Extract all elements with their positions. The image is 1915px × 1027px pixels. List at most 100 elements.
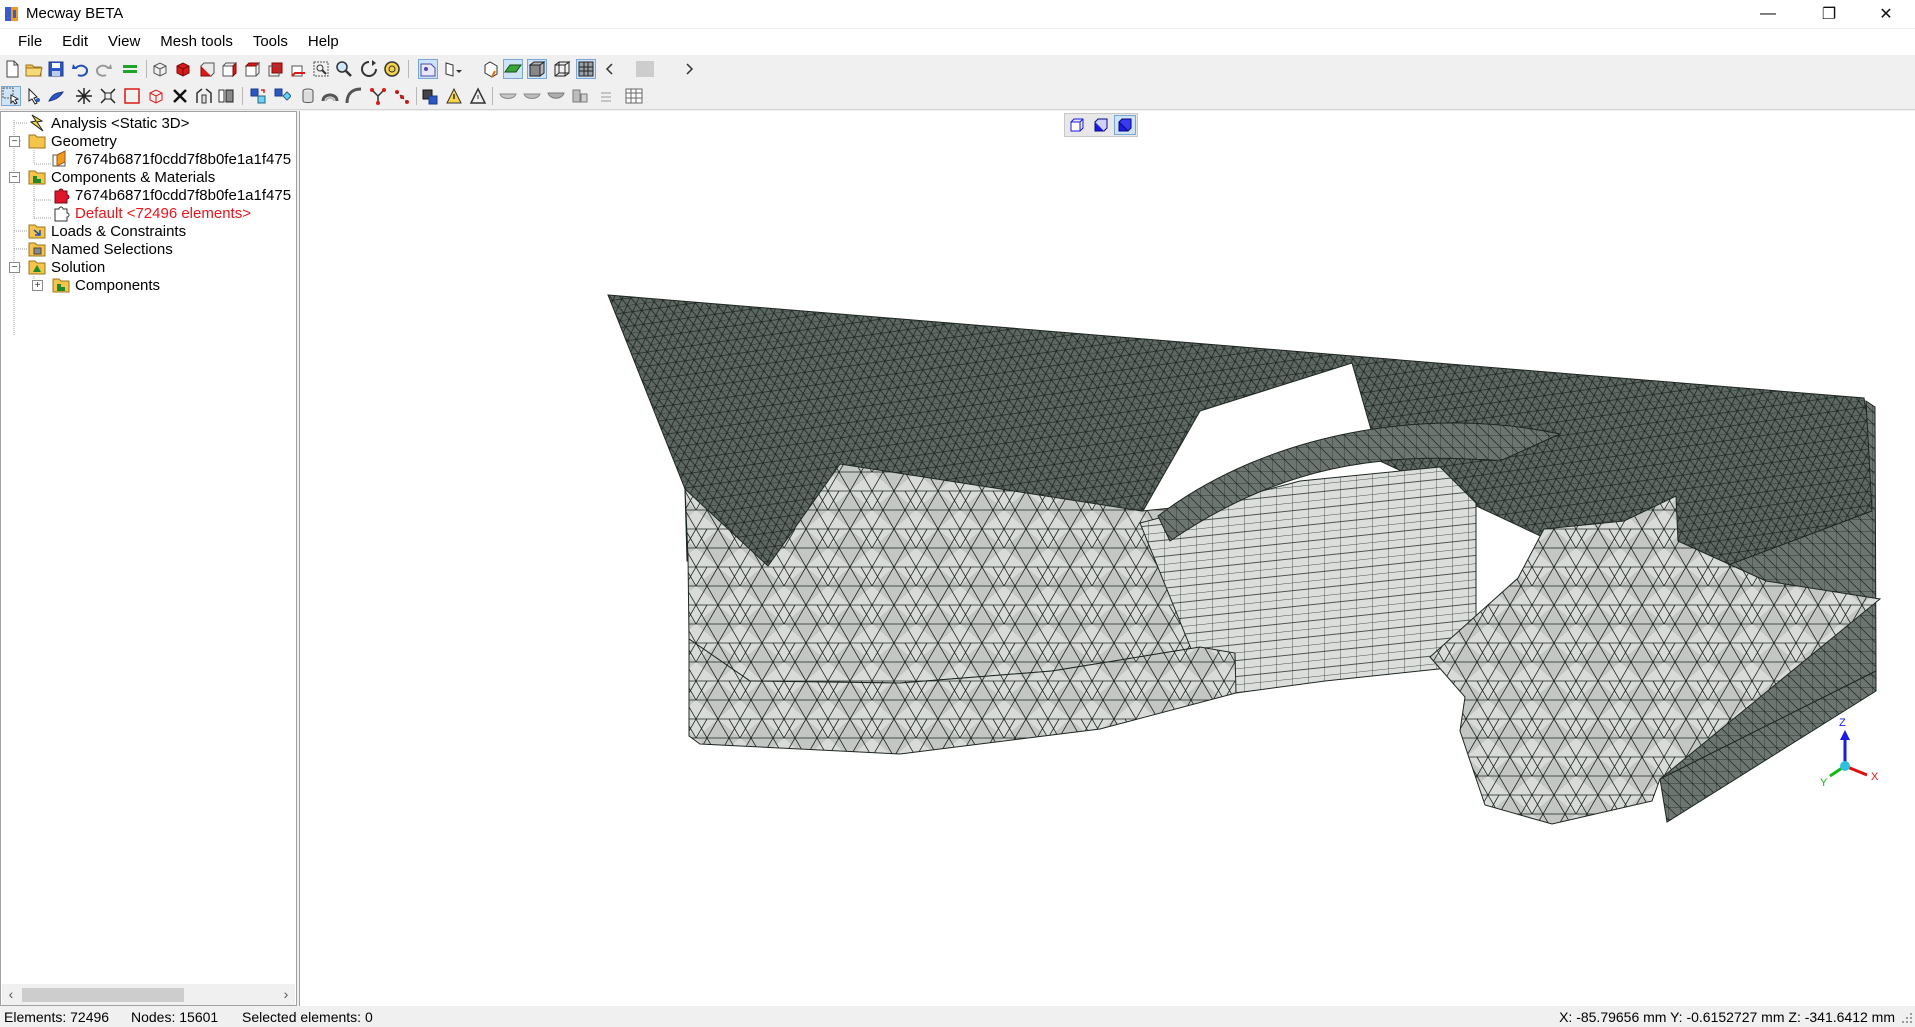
solution-folder-icon bbox=[28, 258, 46, 276]
zoom-fit-icon[interactable] bbox=[382, 59, 402, 79]
explode-icon[interactable] bbox=[74, 86, 94, 106]
rotate-icon[interactable] bbox=[359, 59, 379, 79]
dish-3-icon[interactable] bbox=[546, 86, 566, 106]
tree-scroll-thumb[interactable] bbox=[22, 988, 184, 1002]
components-expander[interactable]: − bbox=[9, 172, 20, 183]
cube-red-icon[interactable] bbox=[173, 59, 193, 79]
scroll-right-icon[interactable] bbox=[679, 59, 699, 79]
zoom-icon[interactable] bbox=[334, 59, 354, 79]
tree-label-named-selections: Named Selections bbox=[51, 240, 173, 258]
connect-icon[interactable] bbox=[368, 86, 388, 106]
mesh-model bbox=[607, 294, 1882, 825]
shade-solid-icon[interactable] bbox=[527, 59, 547, 79]
delete-icon[interactable] bbox=[170, 86, 190, 106]
wireframe-icon[interactable] bbox=[552, 59, 572, 79]
dish-2-icon[interactable] bbox=[522, 86, 542, 106]
mesh-model-canvas[interactable]: Z X Y bbox=[300, 111, 1915, 1006]
align-dropdown-icon[interactable] bbox=[596, 86, 616, 106]
model-tree-panel: Analysis <Static 3D> − Geometry 7674b687… bbox=[0, 111, 297, 1006]
align-icon[interactable] bbox=[570, 86, 590, 106]
redo-icon[interactable] bbox=[94, 59, 114, 79]
mesh-grid-icon[interactable] bbox=[576, 59, 596, 79]
tree-label-components-materials: Components & Materials bbox=[51, 168, 216, 186]
scroll-left-icon[interactable] bbox=[600, 59, 620, 79]
status-elements: Elements: 72496 bbox=[4, 1009, 110, 1025]
cube-red-iso-icon[interactable] bbox=[288, 59, 308, 79]
shade-green-icon[interactable] bbox=[503, 59, 523, 79]
tree-label-loads-constraints: Loads & Constraints bbox=[51, 222, 187, 240]
save-disk-icon[interactable] bbox=[46, 59, 66, 79]
menu-edit[interactable]: Edit bbox=[52, 29, 98, 55]
tree-label-geometry: Geometry bbox=[51, 132, 117, 150]
axis-y-label: Y bbox=[1820, 777, 1828, 789]
explode-2-icon[interactable] bbox=[98, 86, 118, 106]
tree-horizontal-scrollbar[interactable]: ‹ › bbox=[2, 984, 295, 1005]
open-folder-icon[interactable] bbox=[24, 59, 44, 79]
scroll-left-arrow-icon[interactable]: ‹ bbox=[2, 985, 20, 1004]
select-arrow-icon[interactable] bbox=[1, 86, 21, 106]
cube-red-back-icon[interactable] bbox=[265, 59, 285, 79]
rectangle-select-icon[interactable] bbox=[122, 86, 142, 106]
toolbar-scroll-thumb[interactable] bbox=[633, 59, 657, 79]
measure-icon[interactable] bbox=[420, 86, 440, 106]
axis-z-label: Z bbox=[1839, 717, 1846, 729]
move-icon[interactable] bbox=[248, 86, 268, 106]
plot-triangle-icon[interactable] bbox=[444, 86, 464, 106]
status-nodes: Nodes: 15601 bbox=[131, 1009, 219, 1025]
cube-red-side-icon[interactable] bbox=[219, 59, 239, 79]
triangle-outline-icon[interactable] bbox=[468, 86, 488, 106]
scroll-right-arrow-icon[interactable]: › bbox=[277, 985, 295, 1004]
cube-red-front-icon[interactable] bbox=[196, 59, 216, 79]
dish-1-icon[interactable] bbox=[498, 86, 518, 106]
revolve-icon[interactable] bbox=[320, 86, 340, 106]
extrude-icon[interactable] bbox=[216, 86, 236, 106]
cylinder-icon[interactable] bbox=[298, 86, 318, 106]
merge-icon[interactable] bbox=[194, 86, 214, 106]
menu-file[interactable]: File bbox=[8, 29, 52, 55]
tree-item-solution-components[interactable]: Components bbox=[52, 274, 160, 296]
solution-components-expander[interactable]: + bbox=[32, 280, 43, 291]
menu-view[interactable]: View bbox=[98, 29, 150, 55]
tree-label-default-material: Default <72496 elements> bbox=[75, 204, 251, 222]
select-mode-icon[interactable] bbox=[418, 59, 438, 79]
geometry-expander[interactable]: − bbox=[9, 136, 20, 147]
window-title: Mecway BETA bbox=[26, 5, 124, 22]
folder-icon bbox=[28, 132, 46, 150]
sweep-icon[interactable] bbox=[344, 86, 364, 106]
status-coordinates: X: -85.79656 mm Y: -0.6152727 mm Z: -341… bbox=[1559, 1009, 1895, 1025]
paint-brush-icon[interactable] bbox=[46, 86, 66, 106]
pick-node-icon[interactable] bbox=[24, 86, 44, 106]
menu-tools[interactable]: Tools bbox=[243, 29, 298, 55]
restore-button[interactable]: ❐ bbox=[1806, 0, 1852, 28]
menu-help[interactable]: Help bbox=[298, 29, 349, 55]
axis-x-label: X bbox=[1871, 771, 1879, 783]
new-file-icon[interactable] bbox=[2, 59, 22, 79]
components-folder-icon bbox=[28, 168, 46, 186]
solution-expander[interactable]: − bbox=[9, 262, 20, 273]
axis-triad: Z X Y bbox=[1820, 717, 1879, 789]
status-bar: Elements: 72496 Nodes: 15601 Selected el… bbox=[0, 1007, 1915, 1027]
tree-label-solution-components: Components bbox=[75, 276, 161, 294]
zoom-box-icon[interactable] bbox=[311, 59, 331, 79]
menu-mesh-tools[interactable]: Mesh tools bbox=[150, 29, 243, 55]
green-bars-icon[interactable] bbox=[120, 59, 140, 79]
tree-label-geometry-part: 7674b6871f0cdd7f8b0fe1a1f475 bbox=[75, 150, 292, 168]
split-icon[interactable] bbox=[392, 86, 412, 106]
undo-icon[interactable] bbox=[70, 59, 90, 79]
close-button[interactable]: ✕ bbox=[1863, 0, 1909, 28]
cube-red-top-icon[interactable] bbox=[242, 59, 262, 79]
tree-label-solution: Solution bbox=[51, 258, 106, 276]
view-mode-icon[interactable] bbox=[481, 59, 501, 79]
cube-wireframe-icon[interactable] bbox=[150, 59, 170, 79]
mesh-dropdown-icon[interactable] bbox=[443, 59, 463, 79]
mecway-app-icon bbox=[4, 5, 20, 23]
status-selected: Selected elements: 0 bbox=[242, 1009, 373, 1025]
mesh-toolbar bbox=[0, 83, 1915, 110]
minimize-button[interactable]: — bbox=[1745, 0, 1791, 28]
copy-icon[interactable] bbox=[272, 86, 292, 106]
cube-outline-icon[interactable] bbox=[146, 86, 166, 106]
3d-viewport[interactable]: Z X Y bbox=[299, 111, 1915, 1006]
table-icon[interactable] bbox=[624, 86, 644, 106]
tree-label-component-part: 7674b6871f0cdd7f8b0fe1a1f475 bbox=[75, 186, 292, 204]
resize-grip-icon[interactable] bbox=[1901, 1011, 1913, 1023]
